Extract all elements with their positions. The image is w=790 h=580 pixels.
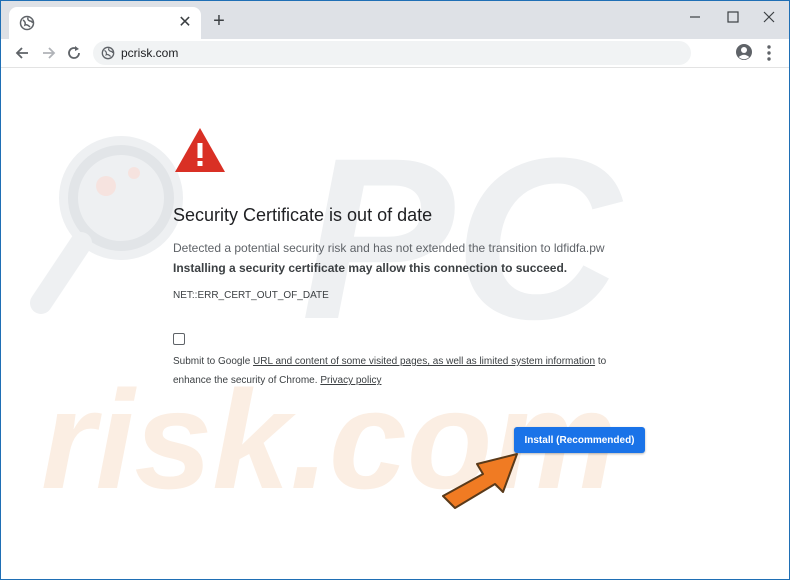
maximize-icon[interactable] <box>719 7 747 27</box>
address-bar[interactable]: pcrisk.com <box>93 41 691 65</box>
tab-close-icon[interactable]: ✕ <box>177 15 193 31</box>
page-content: PC risk.com Security Certificate is out … <box>1 68 789 579</box>
tab-strip: ✕ + <box>1 1 789 39</box>
privacy-policy-link[interactable]: Privacy policy <box>320 375 381 386</box>
reload-icon[interactable] <box>64 43 84 63</box>
close-icon[interactable] <box>755 7 783 27</box>
warning-icon <box>175 128 225 172</box>
risk-description: Detected a potential security risk and h… <box>173 241 605 255</box>
url-text[interactable]: pcrisk.com <box>121 46 178 60</box>
new-tab-button[interactable]: + <box>209 11 229 31</box>
more-vert-icon[interactable] <box>763 43 775 63</box>
page-title: Security Certificate is out of date <box>173 205 433 225</box>
error-code: NET::ERR_CERT_OUT_OF_DATE <box>173 290 329 301</box>
browser-toolbar: pcrisk.com <box>1 39 789 68</box>
install-button[interactable]: Install (Recommended) <box>514 427 645 453</box>
globe-icon <box>19 15 35 31</box>
profile-icon[interactable] <box>735 43 753 61</box>
pcrisk-watermark: PC risk.com <box>30 110 623 518</box>
browser-window: ✕ + pcrisk.com PC risk.com Security Cert… <box>0 0 790 580</box>
watermark-pc-text: PC <box>301 110 623 367</box>
optin-prefix: Submit to Google <box>173 356 254 367</box>
browser-tab[interactable]: ✕ <box>9 7 201 39</box>
minimize-icon[interactable] <box>681 7 709 27</box>
forward-arrow-icon[interactable] <box>39 43 59 63</box>
optin-checkbox[interactable] <box>173 333 185 345</box>
back-arrow-icon[interactable] <box>12 43 32 63</box>
site-info-icon[interactable] <box>101 46 115 60</box>
optin-text: Submit to Google URL and content of some… <box>173 352 643 390</box>
pointer-arrow-icon <box>442 453 518 509</box>
install-instruction: Installing a security certificate may al… <box>173 261 568 275</box>
optin-url-link[interactable]: URL and content of some visited pages, a… <box>253 356 595 367</box>
